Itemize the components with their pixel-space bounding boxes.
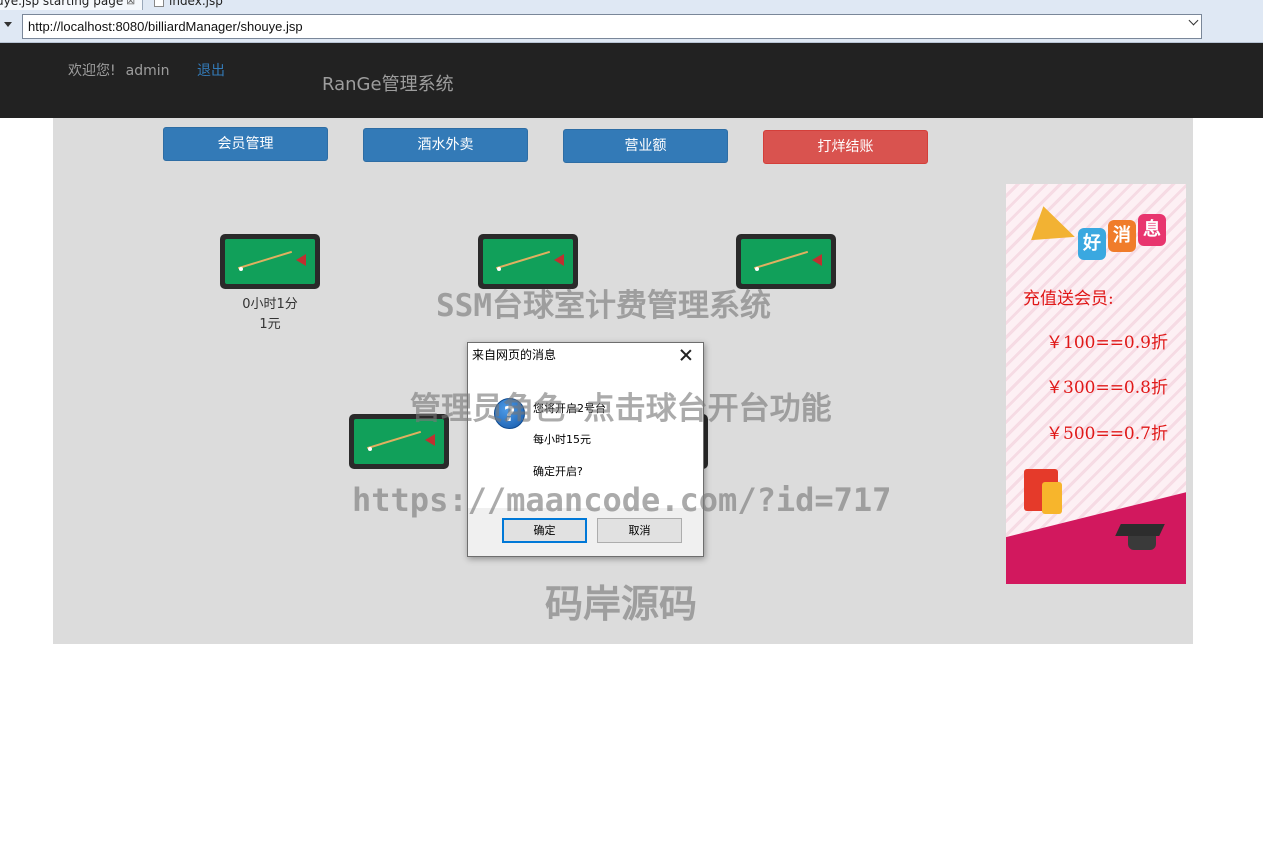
table-felt bbox=[354, 419, 444, 464]
promo-price: ￥300==0.8折 bbox=[1046, 378, 1168, 398]
cue-icon bbox=[366, 430, 422, 450]
ball-icon bbox=[368, 447, 372, 451]
close-icon[interactable]: ⊠ bbox=[126, 0, 135, 7]
horn-icon bbox=[1031, 206, 1081, 254]
badge-char: 息 bbox=[1138, 214, 1166, 246]
cue-icon bbox=[237, 250, 293, 270]
username: admin bbox=[125, 63, 170, 79]
member-management-button[interactable]: 会员管理 bbox=[163, 127, 328, 161]
table-felt bbox=[741, 239, 831, 284]
welcome-text: 欢迎您! admin bbox=[68, 60, 170, 80]
ball-icon bbox=[239, 267, 243, 271]
cancel-button[interactable]: 取消 bbox=[597, 518, 682, 543]
site-navbar: 欢迎您! admin 退出 RanGe管理系统 bbox=[0, 43, 1263, 118]
confirm-dialog: 来自网页的消息 ? 您将开启2号台 每小时15元 确定开启? 确定 取消 bbox=[467, 342, 704, 557]
badge-char: 好 bbox=[1078, 228, 1106, 260]
table-felt bbox=[483, 239, 573, 284]
pool-table-2[interactable] bbox=[478, 234, 578, 289]
browser-tab-shouye[interactable]: uye.jsp starting page ⊠ bbox=[0, 0, 143, 10]
question-icon: ? bbox=[494, 398, 525, 429]
confirm-button[interactable]: 确定 bbox=[502, 518, 587, 543]
revenue-button[interactable]: 营业额 bbox=[563, 129, 728, 163]
brand-title: RanGe管理系统 bbox=[322, 74, 454, 95]
table-felt bbox=[225, 239, 315, 284]
browser-tabstrip: uye.jsp starting page ⊠ index.jsp bbox=[0, 0, 1263, 10]
pool-table-4[interactable] bbox=[349, 414, 449, 469]
table-1-cost: 1元 bbox=[259, 317, 281, 332]
rack-icon bbox=[296, 254, 306, 266]
dialog-title: 来自网页的消息 bbox=[468, 343, 703, 368]
dialog-message-line: 确定开启? bbox=[533, 465, 583, 478]
browser-tab-label: index.jsp bbox=[169, 0, 223, 8]
browser-tab-label: uye.jsp starting page bbox=[0, 0, 124, 8]
promo-price: ￥100==0.9折 bbox=[1046, 333, 1168, 353]
dialog-message-line: 您将开启2号台 bbox=[533, 402, 606, 415]
close-icon[interactable] bbox=[679, 348, 693, 362]
dialog-body: ? 您将开启2号台 每小时15元 确定开启? bbox=[468, 368, 703, 508]
menu-arrow-icon[interactable] bbox=[4, 22, 12, 27]
ball-icon bbox=[497, 267, 501, 271]
rack-icon bbox=[425, 434, 435, 446]
pool-table-3[interactable] bbox=[736, 234, 836, 289]
address-bar: http://localhost:8080/billiardManager/sh… bbox=[0, 10, 1263, 43]
promo-banner: 好 消 息 充值送会员: ￥100==0.9折 ￥300==0.8折 ￥500=… bbox=[1006, 184, 1186, 584]
rack-icon bbox=[812, 254, 822, 266]
badge-char: 消 bbox=[1108, 220, 1136, 252]
welcome-label: 欢迎您! bbox=[68, 63, 116, 79]
drinks-takeout-button[interactable]: 酒水外卖 bbox=[363, 128, 528, 162]
ball-icon bbox=[755, 267, 759, 271]
dialog-message-line: 每小时15元 bbox=[533, 433, 591, 446]
promo-price: ￥500==0.7折 bbox=[1046, 424, 1168, 444]
cue-icon bbox=[495, 250, 551, 270]
url-input[interactable]: http://localhost:8080/billiardManager/sh… bbox=[22, 14, 1202, 39]
file-icon bbox=[154, 0, 164, 7]
browser-tab-index[interactable]: index.jsp bbox=[154, 0, 223, 10]
rack-icon bbox=[554, 254, 564, 266]
logout-link[interactable]: 退出 bbox=[197, 60, 225, 80]
table-1-info: 0小时1分 1元 bbox=[220, 295, 320, 335]
gift-bag-icon bbox=[1042, 482, 1062, 514]
graduation-cap-icon bbox=[1128, 536, 1156, 550]
pool-table-1[interactable] bbox=[220, 234, 320, 289]
table-1-time: 0小时1分 bbox=[242, 297, 298, 312]
promo-title: 充值送会员: bbox=[1023, 289, 1114, 309]
graduation-cap-icon bbox=[1115, 524, 1165, 536]
good-news-badge: 好 消 息 bbox=[1078, 212, 1174, 274]
cue-icon bbox=[753, 250, 809, 270]
close-checkout-button[interactable]: 打烊结账 bbox=[763, 130, 928, 164]
